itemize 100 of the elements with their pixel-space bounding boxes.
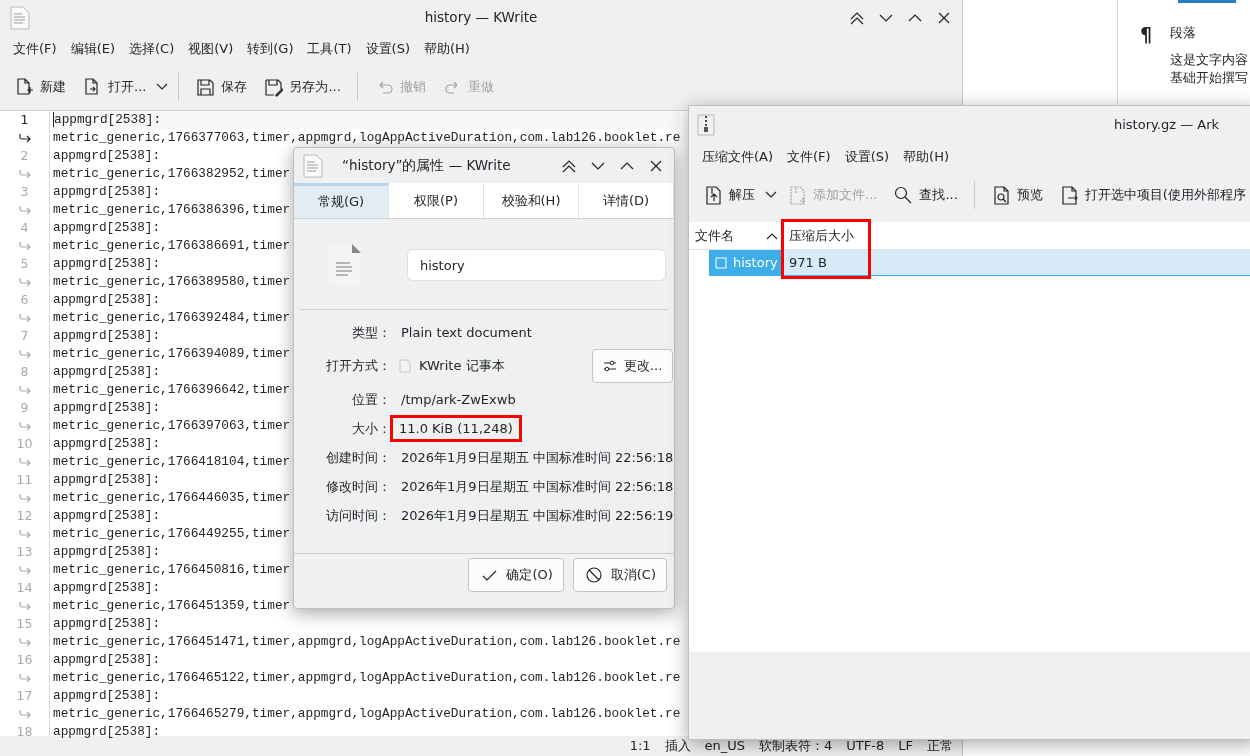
- wrap-icon: [18, 421, 31, 431]
- document-plus-icon: [14, 77, 34, 97]
- line-number: 18: [16, 722, 33, 741]
- toolbar-button[interactable]: 另存为...: [257, 73, 347, 101]
- menu-item[interactable]: 工具(T): [300, 39, 359, 59]
- toolbar-button[interactable]: 解压: [697, 181, 761, 209]
- line-number: 7: [20, 326, 29, 345]
- menu-item[interactable]: 帮助(H): [896, 147, 956, 167]
- file-row[interactable]: history 971 B: [709, 250, 1250, 276]
- line-number: 9: [20, 398, 29, 417]
- code-line: appmgrd[2538]:: [53, 400, 161, 415]
- dialog-button[interactable]: 取消(C): [572, 558, 667, 592]
- search-icon: [893, 185, 914, 205]
- status-text: 软制表符：4: [759, 737, 833, 756]
- wrap-icon: [18, 349, 31, 359]
- status-text: LF: [898, 737, 913, 756]
- menu-item[interactable]: 文件(F): [6, 39, 64, 59]
- wrap-icon: [18, 277, 31, 287]
- line-number: 14: [16, 578, 33, 597]
- code-line: metric_generic,1766382952,timer: [53, 166, 291, 181]
- column-header[interactable]: 文件名: [695, 225, 734, 246]
- code-line: metric_generic,1766392484,timer: [53, 310, 291, 325]
- line-number: 3: [20, 182, 29, 201]
- caret-icon[interactable]: [765, 191, 777, 199]
- archive-icon: [697, 113, 715, 136]
- code-line: appmgrd[2538]:: [53, 688, 161, 703]
- code-line: metric_generic,1766386396,timer: [53, 202, 291, 217]
- code-line: appmgrd[2538]:: [53, 328, 161, 343]
- name-field[interactable]: history: [407, 249, 666, 281]
- toolbar-button[interactable]: 查找...: [887, 181, 964, 209]
- code-line: metric_generic,1766465122,timer,appmgrd,logAppActiveDuration,com.lab126.booklet.re: [53, 670, 681, 685]
- line-number: 11: [16, 470, 33, 489]
- line-number: 17: [16, 686, 33, 705]
- code-line: metric_generic,1766446035,timer: [53, 490, 291, 505]
- status-text: UTF-8: [846, 737, 885, 756]
- wrap-icon: [18, 133, 31, 143]
- menu-item[interactable]: 设置(S): [358, 39, 417, 59]
- code-line: appmgrd[2538]:: [53, 544, 161, 559]
- menu-item[interactable]: 帮助(H): [417, 39, 477, 59]
- field-value: 2026年1月9日星期五 中国标准时间 22:56:19: [400, 506, 674, 525]
- menu-item[interactable]: 选择(C): [122, 39, 182, 59]
- status-text: 插入: [664, 737, 691, 756]
- status-text: 正常: [927, 737, 953, 756]
- toolbar-button[interactable]: 打开选中项目(使用外部程序: [1052, 181, 1250, 209]
- menu-item[interactable]: 文件(F): [780, 147, 838, 167]
- line-number: 13: [16, 542, 33, 561]
- wrap-icon: [18, 709, 31, 719]
- code-line: appmgrd[2538]:: [53, 256, 161, 271]
- menu-item[interactable]: 编辑(E): [63, 39, 122, 59]
- tab[interactable]: 常规(G): [294, 183, 389, 218]
- menu-item[interactable]: 压缩文件(A): [695, 147, 781, 167]
- sort-caret-icon[interactable]: [766, 231, 778, 240]
- field-label: 修改时间：: [326, 479, 391, 494]
- code-line: metric_generic,1766451359,timer: [53, 598, 291, 613]
- menu-item[interactable]: 视图(V): [181, 39, 241, 59]
- line-number: 6: [20, 290, 29, 309]
- line-number: 2: [20, 146, 29, 165]
- line-number: 1: [20, 110, 29, 129]
- toolbar-button[interactable]: 预览: [984, 181, 1049, 209]
- toolbar-button[interactable]: 新建: [8, 73, 72, 101]
- line-number: 15: [16, 614, 33, 633]
- wrap-icon: [18, 637, 31, 647]
- status-text: en_US: [704, 737, 746, 756]
- wrap-icon: [18, 673, 31, 683]
- code-line: appmgrd[2538]:: [53, 580, 161, 595]
- code-line: appmgrd[2538]:: [53, 184, 161, 199]
- code-line: appmgrd[2538]:: [53, 436, 161, 451]
- caret-icon[interactable]: [156, 83, 169, 91]
- code-line: appmgrd[2538]:: [53, 652, 161, 667]
- wrap-icon: [18, 601, 31, 611]
- pilcrow-symbol: ¶: [1140, 22, 1153, 47]
- dialog-button[interactable]: 确定(O): [468, 558, 564, 592]
- code-line: metric_generic,1766396642,timer: [53, 382, 291, 397]
- line-number: 16: [16, 650, 33, 669]
- field-label: 大小：: [352, 421, 391, 436]
- code-line: appmgrd[2538]:: [53, 220, 161, 235]
- menu-item[interactable]: 设置(S): [837, 147, 897, 167]
- code-line: appmgrd[2538]:: [53, 472, 161, 487]
- code-line: metric_generic,1766418104,timer: [53, 454, 291, 469]
- window-title: history.gz — Ark: [1114, 115, 1220, 134]
- field-value: /tmp/ark-ZwExwb: [400, 390, 516, 409]
- menu-item[interactable]: 转到(G): [240, 39, 301, 59]
- code-line: metric_generic,1766389580,timer: [53, 274, 291, 289]
- wrap-icon: [18, 457, 31, 467]
- field-value: 2026年1月9日星期五 中国标准时间 22:56:18: [400, 477, 674, 496]
- panel-text: 这是文字内容: [1170, 50, 1249, 69]
- column-header[interactable]: 压缩后大小: [789, 225, 854, 246]
- wrap-icon: [18, 493, 31, 503]
- document-plus-icon: [787, 185, 807, 205]
- toolbar-button[interactable]: 保存: [189, 73, 254, 101]
- code-line: metric_generic,1766397063,timer: [53, 418, 291, 433]
- line-number: 10: [16, 434, 33, 453]
- field-label: 类型：: [352, 325, 391, 340]
- toolbar-button[interactable]: 打开...: [76, 73, 153, 101]
- change-button[interactable]: 更改...: [591, 349, 674, 383]
- line-number: 4: [20, 218, 29, 237]
- code-line: appmgrd[2538]:: [53, 364, 161, 379]
- document-icon: [302, 153, 324, 178]
- sliders-icon: [602, 360, 617, 372]
- field-label: 创建时间：: [326, 450, 391, 465]
